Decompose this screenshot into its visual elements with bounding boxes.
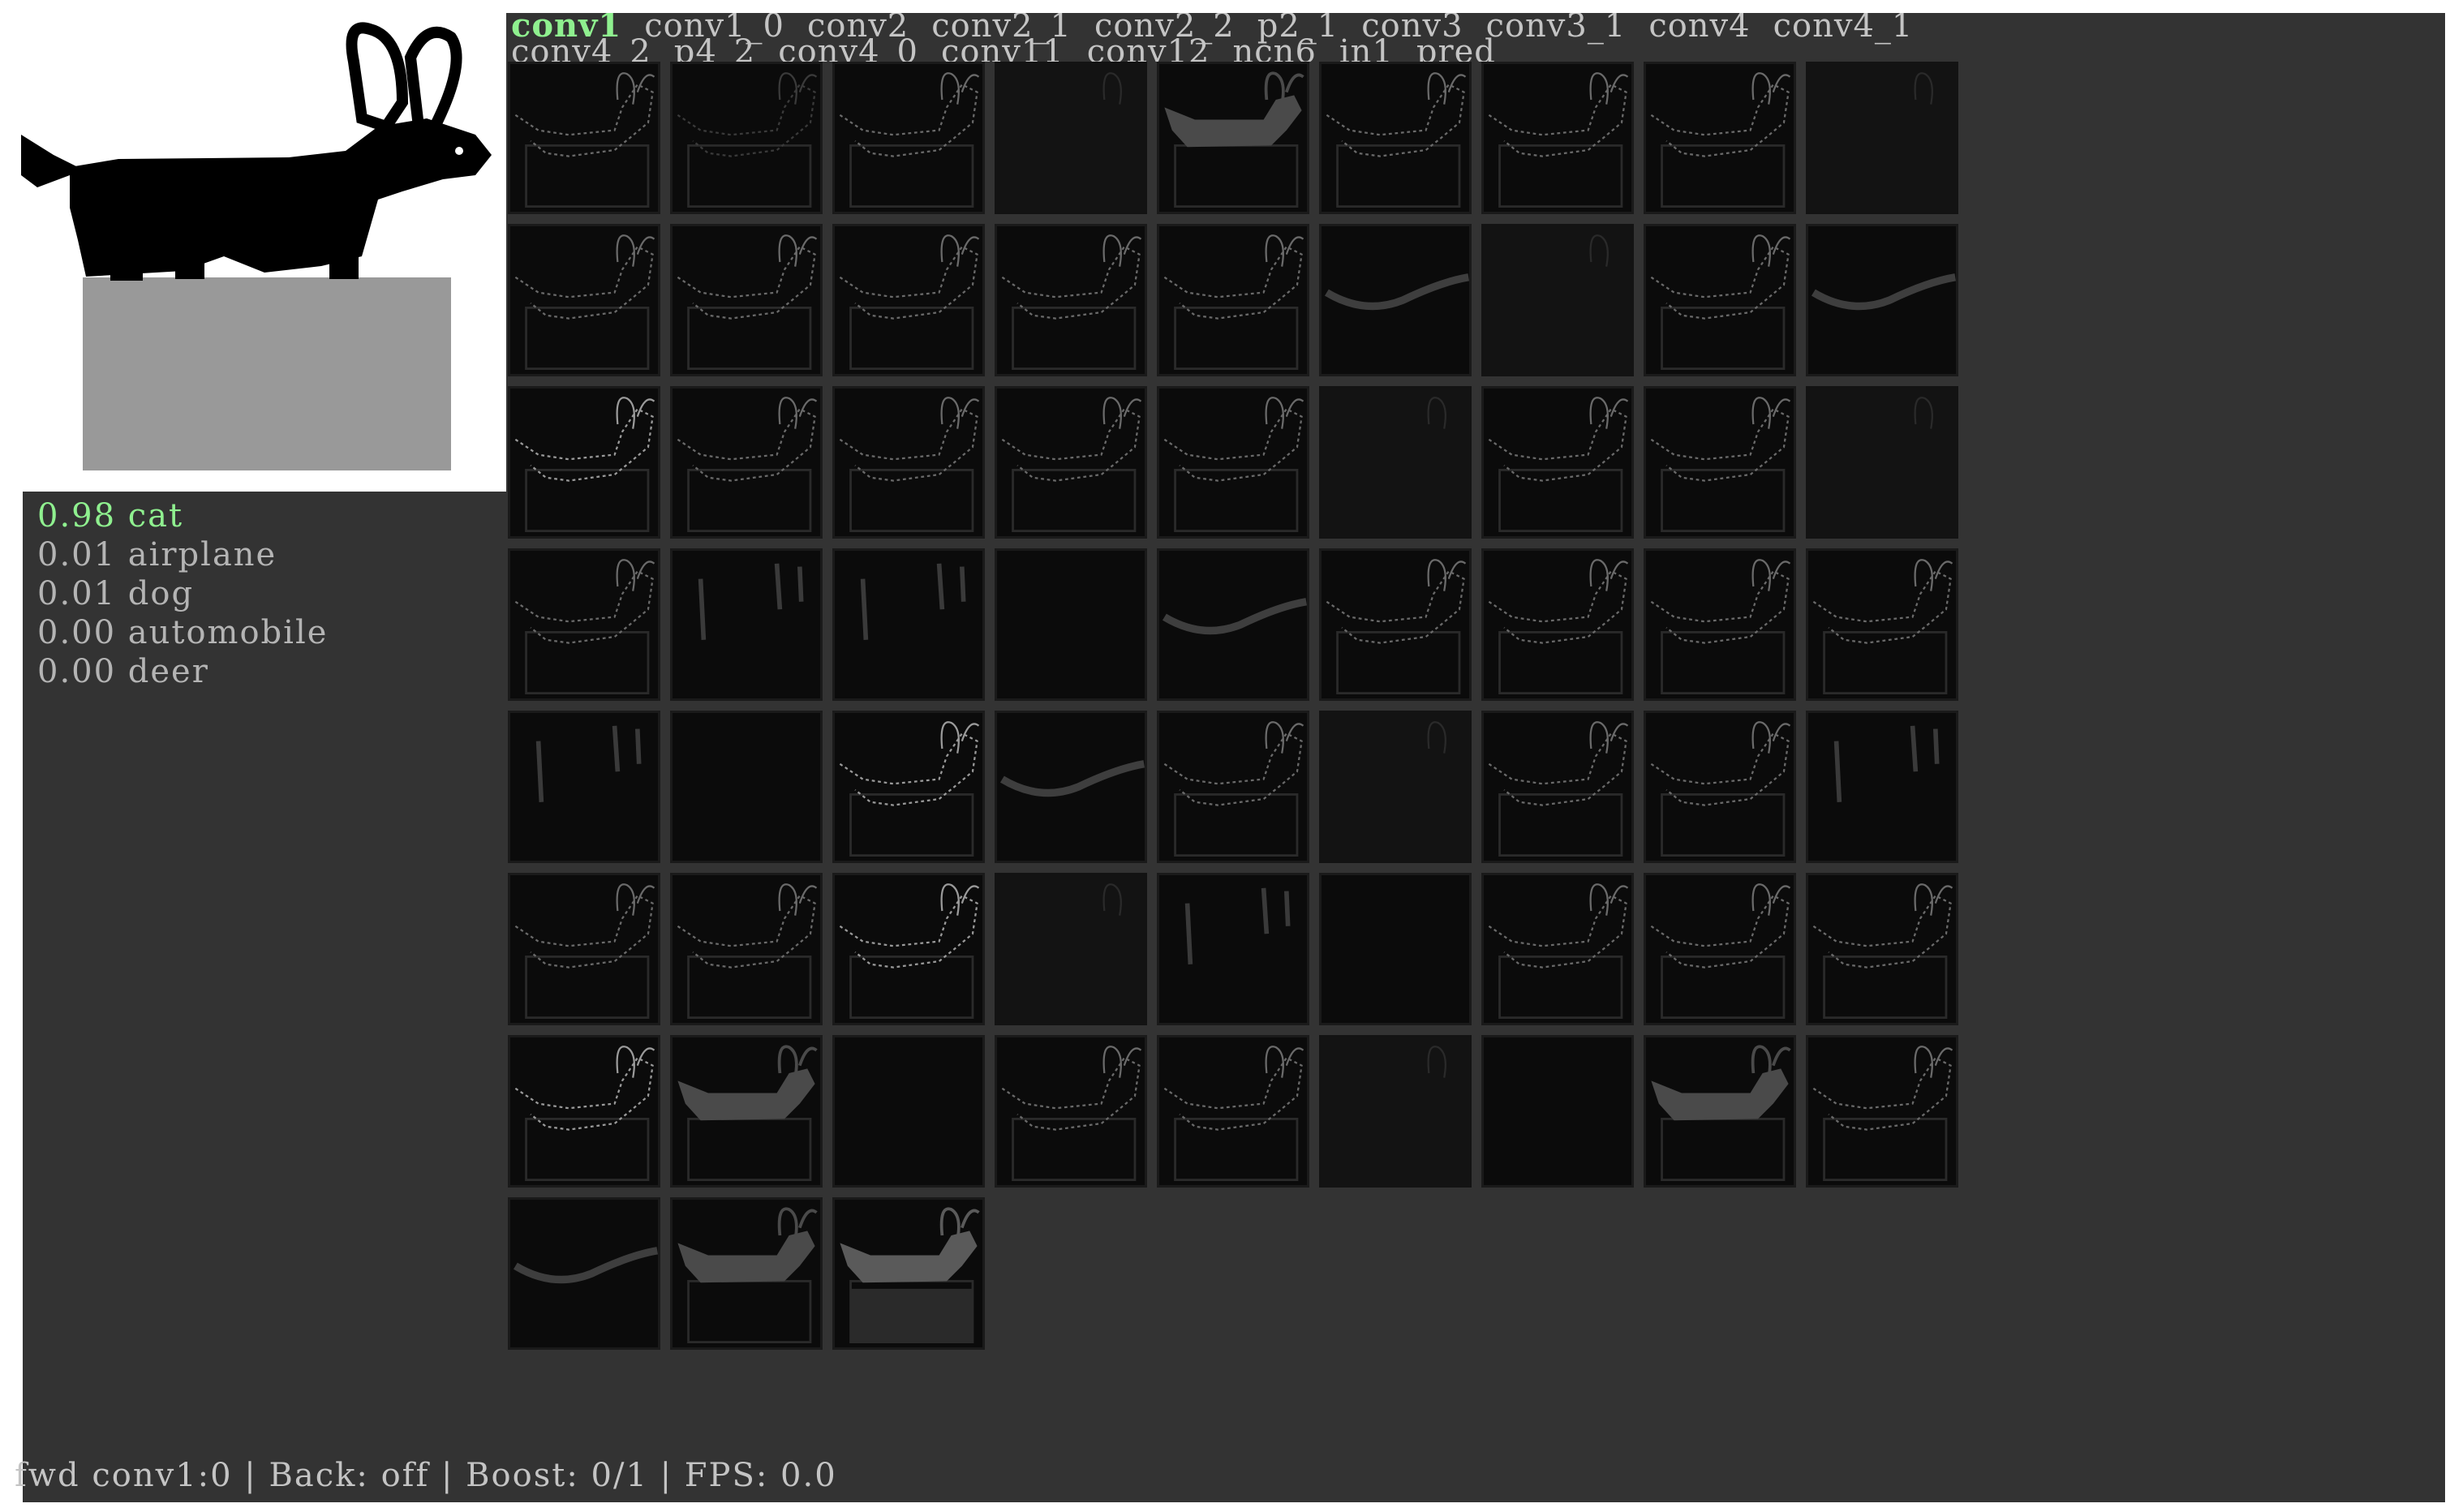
prediction-item: 0.01 airplane: [37, 536, 277, 573]
activation-tile[interactable]: [1644, 386, 1796, 539]
activation-tile[interactable]: [1319, 62, 1472, 214]
prediction-item: 0.98 cat: [37, 497, 184, 535]
layer-tabs: conv1 conv1_0 conv2 conv2_1 conv2_2 p2_1 conv3…: [511, 13, 1988, 62]
layer-tab-conv4-0[interactable]: conv4_0: [778, 36, 918, 62]
activation-tile[interactable]: [670, 1197, 823, 1350]
activation-tile[interactable]: [1319, 1035, 1472, 1188]
activation-tile[interactable]: [670, 386, 823, 539]
activation-tile[interactable]: [1806, 711, 1958, 863]
activation-tile[interactable]: [1806, 224, 1958, 376]
activation-tile[interactable]: [995, 873, 1147, 1025]
activation-tile[interactable]: [832, 1035, 985, 1188]
activation-tile[interactable]: [670, 548, 823, 701]
activation-tile[interactable]: [1157, 873, 1309, 1025]
activation-viewer: conv1 conv1_0 conv2 conv2_1 conv2_2 p2_1 conv3…: [506, 13, 2445, 1502]
activation-tile[interactable]: [1157, 711, 1309, 863]
activation-tile[interactable]: [1806, 62, 1958, 214]
activation-tile[interactable]: [508, 62, 660, 214]
prediction-item: 0.00 automobile: [37, 614, 329, 651]
activation-tile[interactable]: [995, 62, 1147, 214]
activation-tile[interactable]: [508, 711, 660, 863]
activation-tile[interactable]: [1481, 224, 1634, 376]
layer-tab-conv11[interactable]: conv11: [941, 36, 1064, 62]
activation-tile[interactable]: [670, 1035, 823, 1188]
activation-tile[interactable]: [832, 224, 985, 376]
activation-tile[interactable]: [1157, 224, 1309, 376]
activation-tile[interactable]: [832, 873, 985, 1025]
activation-tile[interactable]: [508, 1035, 660, 1188]
activation-tile[interactable]: [1644, 873, 1796, 1025]
layer-tab-in1[interactable]: in1: [1339, 36, 1394, 62]
layer-tab-p4-2[interactable]: p4_2: [674, 36, 756, 62]
activation-tile[interactable]: [1319, 711, 1472, 863]
activation-tile[interactable]: [995, 711, 1147, 863]
activation-tile[interactable]: [508, 386, 660, 539]
activation-tile[interactable]: [1644, 224, 1796, 376]
activation-tile[interactable]: [1319, 224, 1472, 376]
activation-tile[interactable]: [670, 62, 823, 214]
activation-tile[interactable]: [508, 224, 660, 376]
activation-tile[interactable]: [1481, 548, 1634, 701]
activation-tile[interactable]: [1644, 548, 1796, 701]
layer-tab-conv12[interactable]: conv12: [1087, 36, 1210, 62]
deepviz-window: { "predictions": [ {"score": "0.98", "la…: [0, 0, 2454, 1512]
activation-tile[interactable]: [508, 873, 660, 1025]
activation-tile[interactable]: [1806, 873, 1958, 1025]
activation-tile[interactable]: [995, 548, 1147, 701]
activation-tile[interactable]: [1481, 386, 1634, 539]
activation-tile[interactable]: [1806, 386, 1958, 539]
predictions-panel: 0.98 cat 0.01 airplane 0.01 dog 0.00 aut…: [23, 492, 506, 1502]
activation-tile[interactable]: [1806, 1035, 1958, 1188]
layer-tab-conv4[interactable]: conv4: [1648, 13, 1750, 42]
activation-tile[interactable]: [1319, 548, 1472, 701]
activation-grid: [508, 62, 1958, 1350]
activation-tile[interactable]: [508, 548, 660, 701]
activation-tile[interactable]: [670, 224, 823, 376]
activation-tile[interactable]: [1806, 548, 1958, 701]
activation-tile[interactable]: [995, 224, 1147, 376]
activation-tile[interactable]: [1157, 62, 1309, 214]
activation-tile[interactable]: [1481, 1035, 1634, 1188]
activation-tile[interactable]: [995, 1035, 1147, 1188]
status-bar: fwd conv1:0 | Back: off | Boost: 0/1 | F…: [15, 1457, 837, 1494]
activation-tile[interactable]: [832, 548, 985, 701]
prediction-list: 0.98 cat 0.01 airplane 0.01 dog 0.00 aut…: [37, 496, 328, 691]
layer-tab-conv3-1[interactable]: conv3_1: [1486, 13, 1627, 42]
activation-tile[interactable]: [1481, 873, 1634, 1025]
activation-tile[interactable]: [1481, 711, 1634, 863]
activation-tile[interactable]: [1157, 386, 1309, 539]
activation-tile[interactable]: [1319, 873, 1472, 1025]
activation-tile[interactable]: [1481, 62, 1634, 214]
activation-tile[interactable]: [1644, 711, 1796, 863]
activation-tile[interactable]: [670, 711, 823, 863]
activation-tile[interactable]: [1644, 1035, 1796, 1188]
activation-tile[interactable]: [670, 873, 823, 1025]
layer-tab-conv4-1[interactable]: conv4_1: [1773, 13, 1914, 42]
activation-tile[interactable]: [1644, 62, 1796, 214]
prediction-item: 0.01 dog: [37, 575, 195, 612]
input-image-panel: [21, 13, 505, 492]
activation-tile[interactable]: [995, 386, 1147, 539]
layer-tab-ncn6[interactable]: ncn6: [1233, 36, 1317, 62]
layer-tab-conv4-2[interactable]: conv4_2: [511, 36, 651, 62]
prediction-item: 0.00 deer: [37, 653, 209, 690]
activation-tile[interactable]: [1319, 386, 1472, 539]
activation-tile[interactable]: [832, 62, 985, 214]
layer-tab-pred[interactable]: pred: [1416, 36, 1496, 62]
activation-tile[interactable]: [832, 711, 985, 863]
activation-tile[interactable]: [832, 1197, 985, 1350]
activation-tile[interactable]: [508, 1197, 660, 1350]
activation-tile[interactable]: [832, 386, 985, 539]
activation-tile[interactable]: [1157, 548, 1309, 701]
activation-tile[interactable]: [1157, 1035, 1309, 1188]
input-drawing: [21, 13, 505, 492]
